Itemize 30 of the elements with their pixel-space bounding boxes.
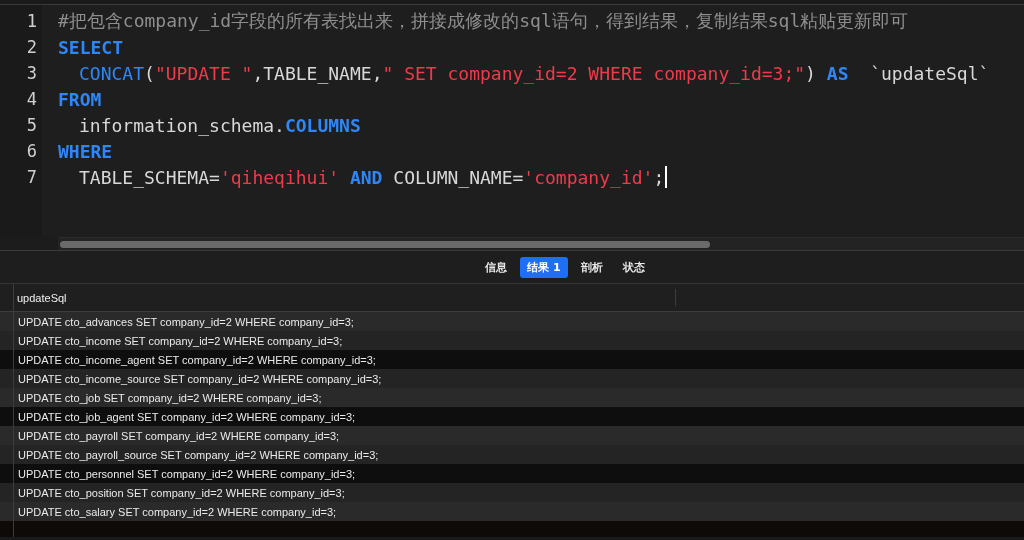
line-number: 7 bbox=[25, 167, 37, 187]
code-line: TABLE_SCHEMA='qiheqihui' AND COLUMN_NAME='company_id'; bbox=[79, 166, 665, 188]
table-cell-text: UPDATE cto_personnel SET company_id=2 WHERE company_id=3; bbox=[17, 466, 356, 482]
tab[interactable]: 信息 bbox=[478, 256, 515, 278]
code-line: #把包含company_id字段的所有表找出来，拼接成修改的sql语句，得到结果，复制结果sql粘贴更新即可 bbox=[58, 9, 909, 33]
line-number: 2 bbox=[25, 37, 37, 57]
table-cell-text: UPDATE cto_income_agent SET company_id=2 WHERE company_id=3; bbox=[17, 352, 376, 368]
code-line: CONCAT("UPDATE ",TABLE_NAME," SET company_id=2 WHERE company_id=3;") AS `updateSql` bbox=[79, 62, 990, 84]
code-line: FROM bbox=[58, 88, 102, 110]
table-cell-text: UPDATE cto_advances SET company_id=2 WHERE company_id=3; bbox=[17, 314, 354, 330]
table-cell-text: UPDATE cto_payroll_source SET company_id=2 WHERE company_id=3; bbox=[17, 447, 379, 463]
table-cell-text: UPDATE cto_job_agent SET company_id=2 WHERE company_id=3; bbox=[17, 409, 356, 425]
line-number: 1 bbox=[25, 11, 37, 31]
tab[interactable]: 结果 1 bbox=[520, 256, 568, 278]
line-number: 3 bbox=[25, 63, 37, 83]
table-cell-text: UPDATE cto_job SET company_id=2 WHERE company_id=3; bbox=[17, 390, 322, 406]
code-line: WHERE bbox=[58, 140, 113, 162]
scrollbar-thumb[interactable] bbox=[60, 240, 710, 248]
table-cell-text: UPDATE cto_position SET company_id=2 WHERE company_id=3; bbox=[17, 485, 345, 501]
table-cell-text: UPDATE cto_income_source SET company_id=2 WHERE company_id=3; bbox=[17, 371, 382, 387]
code-line: information_schema.COLUMNS bbox=[79, 114, 361, 136]
tab[interactable]: 状态 bbox=[615, 256, 652, 278]
table-cell-text: UPDATE cto_salary SET company_id=2 WHERE company_id=3; bbox=[17, 504, 337, 520]
code-line: SELECT bbox=[58, 36, 124, 58]
line-number: 5 bbox=[25, 115, 37, 135]
table-cell-text: UPDATE cto_payroll SET company_id=2 WHERE company_id=3; bbox=[17, 428, 340, 444]
line-number: 6 bbox=[25, 141, 37, 161]
line-number: 4 bbox=[25, 89, 37, 109]
tab[interactable]: 剖析 bbox=[573, 256, 610, 278]
table-cell-text: UPDATE cto_income SET company_id=2 WHERE company_id=3; bbox=[17, 333, 343, 349]
